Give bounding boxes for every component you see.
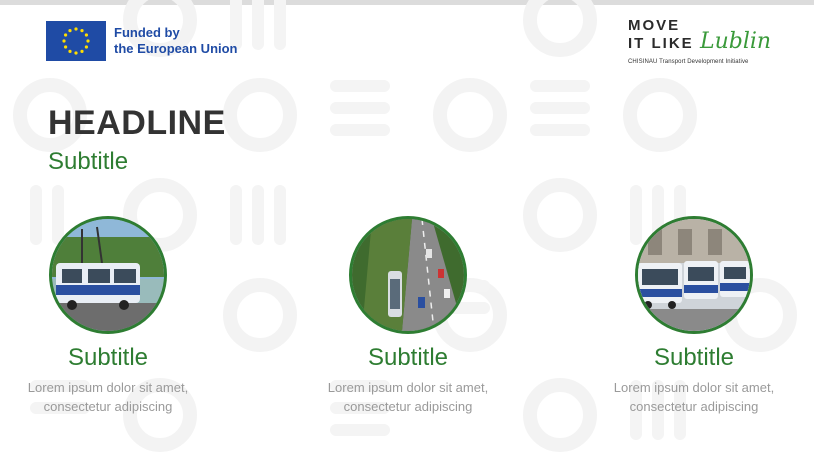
feature-card-2: Subtitle Lorem ipsum dolor sit amet, con…	[308, 216, 508, 416]
eu-flag-icon	[46, 21, 106, 61]
card-2-text-line2: consectetur adipiscing	[343, 399, 473, 414]
logo-line1: MOVE	[628, 17, 681, 34]
trolleybus-depot-photo	[635, 216, 753, 334]
card-2-text: Lorem ipsum dolor sit amet, consectetur …	[308, 378, 508, 416]
trolleybus-street-photo	[49, 216, 167, 334]
photo-aerial-road-icon	[352, 219, 464, 331]
logo-script: Lublin	[700, 29, 772, 54]
move-it-like-lublin-logo: MOVE IT LIKE Lublin CHISINAU Transport D…	[626, 17, 776, 73]
logo-line2: IT LIKE	[628, 35, 694, 52]
eu-funding-line2: the European Union	[114, 41, 238, 56]
card-3-text-line2: consectetur adipiscing	[629, 399, 759, 414]
card-3-text-line1: Lorem ipsum dolor sit amet,	[613, 380, 775, 395]
card-3-text: Lorem ipsum dolor sit amet, consectetur …	[594, 378, 794, 416]
card-1-text: Lorem ipsum dolor sit amet, consectetur …	[8, 378, 208, 416]
card-2-title: Subtitle	[367, 344, 449, 371]
card-1-title: Subtitle	[67, 344, 149, 371]
feature-card-3: Subtitle Lorem ipsum dolor sit amet, con…	[594, 216, 794, 416]
card-1-text-line1: Lorem ipsum dolor sit amet,	[27, 380, 189, 395]
eu-funding-text: Funded by the European Union	[114, 25, 238, 57]
eu-funding-badge: Funded by the European Union	[46, 21, 238, 61]
logo-tagline: CHISINAU Transport Development Initiativ…	[628, 59, 749, 65]
card-1-text-line2: consectetur adipiscing	[43, 399, 173, 414]
feature-card-1: Subtitle Lorem ipsum dolor sit amet, con…	[8, 216, 208, 416]
page-headline: HEADLINE	[48, 104, 226, 142]
page-subtitle: Subtitle	[48, 148, 129, 175]
card-2-text-line1: Lorem ipsum dolor sit amet,	[327, 380, 489, 395]
photo-trolleybus-street-icon	[52, 219, 164, 331]
aerial-road-photo	[349, 216, 467, 334]
eu-funding-line1: Funded by	[114, 25, 180, 40]
photo-trolleybus-depot-icon	[638, 219, 750, 331]
card-3-title: Subtitle	[653, 344, 735, 371]
